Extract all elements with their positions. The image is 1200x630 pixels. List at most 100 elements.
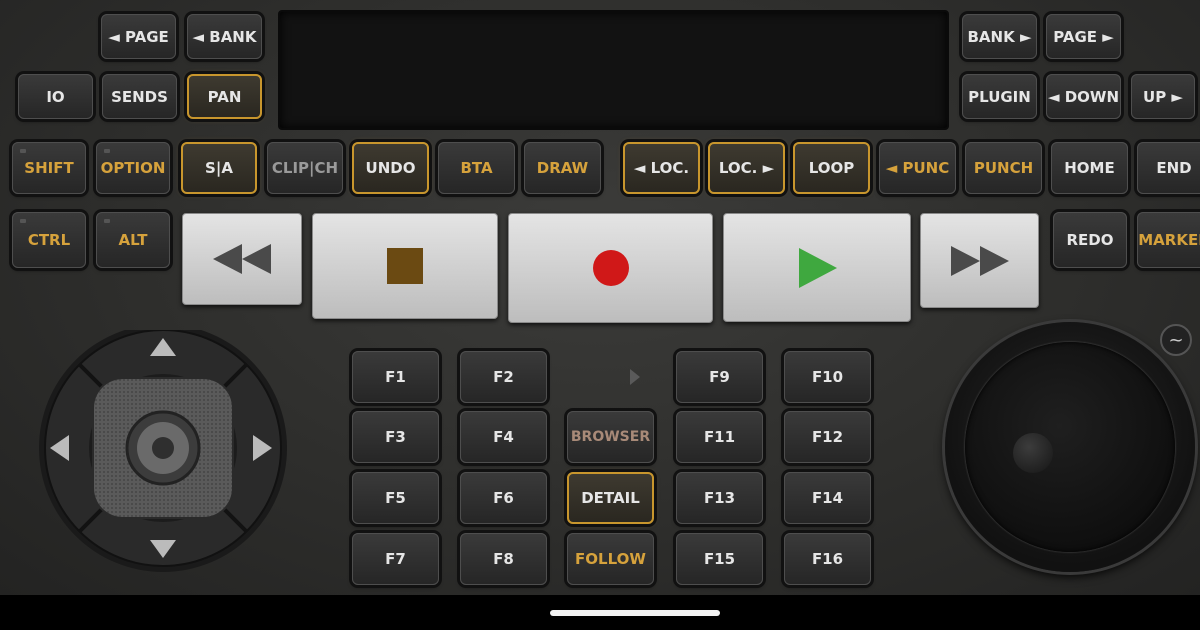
play-icon [799, 247, 837, 288]
loc-next-button[interactable]: LOC. ► [708, 142, 785, 194]
clip-channel-label: CLIP|CH [271, 159, 339, 177]
bta-button[interactable]: BTA [438, 142, 515, 194]
loc-prev-button[interactable]: ◄ LOC. [623, 142, 700, 194]
sends-label: SENDS [111, 87, 168, 106]
loop-label: LOOP [808, 159, 855, 177]
page-next-button[interactable]: PAGE ► [1046, 14, 1121, 59]
plugin-button[interactable]: PLUGIN [962, 74, 1037, 119]
io-label: IO [46, 87, 65, 106]
f16-label: F16 [811, 550, 844, 568]
bank-next-label: BANK ► [967, 27, 1032, 46]
bank-next-button[interactable]: BANK ► [962, 14, 1037, 59]
detail-button[interactable]: DETAIL [567, 472, 654, 524]
loop-button[interactable]: LOOP [793, 142, 870, 194]
option-button[interactable]: OPTION [96, 142, 170, 194]
marker-label: MARKER [1138, 231, 1200, 249]
browser-label: BROWSER [570, 429, 651, 445]
punc-prev-label: ◄ PUNC [885, 159, 950, 177]
fkey-bank-arrow-icon [630, 369, 640, 385]
f7-button[interactable]: F7 [352, 533, 439, 585]
ctrl-button[interactable]: CTRL [12, 212, 86, 268]
f7-label: F7 [385, 550, 406, 568]
loc-prev-label: ◄ LOC. [633, 159, 690, 177]
f14-button[interactable]: F14 [784, 472, 871, 524]
f12-button[interactable]: F12 [784, 411, 871, 463]
f16-button[interactable]: F16 [784, 533, 871, 585]
sends-button[interactable]: SENDS [102, 74, 177, 119]
jog-mode-button[interactable]: ~ [1160, 324, 1192, 356]
clip-channel-button[interactable]: CLIP|CH [267, 142, 343, 194]
shift-label: SHIFT [24, 159, 74, 177]
marker-button[interactable]: MARKER [1137, 212, 1200, 268]
f14-label: F14 [811, 489, 844, 507]
f4-button[interactable]: F4 [460, 411, 547, 463]
f15-label: F15 [703, 550, 736, 568]
home-button[interactable]: HOME [1051, 142, 1128, 194]
page-prev-button[interactable]: ◄ PAGE [101, 14, 176, 59]
follow-button[interactable]: FOLLOW [567, 533, 654, 585]
f13-button[interactable]: F13 [676, 472, 763, 524]
io-button[interactable]: IO [18, 74, 93, 119]
f5-button[interactable]: F5 [352, 472, 439, 524]
f9-label: F9 [709, 368, 730, 386]
draw-button[interactable]: DRAW [524, 142, 601, 194]
shift-button[interactable]: SHIFT [12, 142, 86, 194]
f4-label: F4 [493, 428, 514, 446]
f8-button[interactable]: F8 [460, 533, 547, 585]
stop-button[interactable] [312, 213, 498, 319]
home-indicator[interactable] [550, 610, 720, 616]
up-button[interactable]: UP ► [1131, 74, 1195, 119]
f11-button[interactable]: F11 [676, 411, 763, 463]
f1-label: F1 [385, 368, 406, 386]
f2-label: F2 [493, 368, 514, 386]
plugin-label: PLUGIN [968, 87, 1031, 106]
pan-button[interactable]: PAN [187, 74, 262, 119]
shift-led [20, 149, 26, 153]
control-surface-panel: ◄ PAGE ◄ BANK BANK ► PAGE ► IO SENDS PAN… [0, 0, 1200, 595]
punc-prev-button[interactable]: ◄ PUNC [879, 142, 956, 194]
alt-label: ALT [118, 231, 148, 249]
f3-button[interactable]: F3 [352, 411, 439, 463]
home-label: HOME [1064, 159, 1115, 177]
f11-label: F11 [703, 428, 736, 446]
f5-label: F5 [385, 489, 406, 507]
detail-label: DETAIL [581, 489, 640, 507]
f15-button[interactable]: F15 [676, 533, 763, 585]
f10-button[interactable]: F10 [784, 351, 871, 403]
undo-button[interactable]: UNDO [352, 142, 429, 194]
solo-automation-button[interactable]: S|A [181, 142, 257, 194]
f6-label: F6 [493, 489, 514, 507]
draw-label: DRAW [536, 159, 589, 177]
down-button[interactable]: ◄ DOWN [1046, 74, 1121, 119]
redo-label: REDO [1066, 231, 1114, 249]
down-label: ◄ DOWN [1047, 87, 1120, 106]
rewind-button[interactable] [182, 213, 302, 305]
redo-button[interactable]: REDO [1053, 212, 1127, 268]
browser-button[interactable]: BROWSER [567, 411, 654, 463]
f6-button[interactable]: F6 [460, 472, 547, 524]
jog-wheel[interactable] [945, 322, 1195, 572]
f13-label: F13 [703, 489, 736, 507]
bank-prev-label: ◄ BANK [192, 27, 257, 46]
punch-button[interactable]: PUNCH [965, 142, 1042, 194]
fast-forward-button[interactable] [920, 213, 1039, 308]
f12-label: F12 [811, 428, 844, 446]
f9-button[interactable]: F9 [676, 351, 763, 403]
alt-button[interactable]: ALT [96, 212, 170, 268]
play-button[interactable] [723, 213, 911, 322]
lcd-display [278, 10, 949, 130]
navigation-dpad[interactable] [38, 330, 288, 580]
jog-wheel-finger-dimple [1013, 433, 1053, 473]
page-prev-label: ◄ PAGE [108, 27, 169, 46]
bank-prev-button[interactable]: ◄ BANK [187, 14, 262, 59]
f2-button[interactable]: F2 [460, 351, 547, 403]
rewind-icon [213, 244, 271, 274]
bta-label: BTA [460, 159, 493, 177]
f1-button[interactable]: F1 [352, 351, 439, 403]
stop-icon [387, 248, 423, 284]
record-button[interactable] [508, 213, 713, 323]
option-label: OPTION [100, 159, 166, 177]
end-button[interactable]: END [1137, 142, 1200, 194]
solo-automation-label: S|A [205, 159, 233, 177]
f8-label: F8 [493, 550, 514, 568]
